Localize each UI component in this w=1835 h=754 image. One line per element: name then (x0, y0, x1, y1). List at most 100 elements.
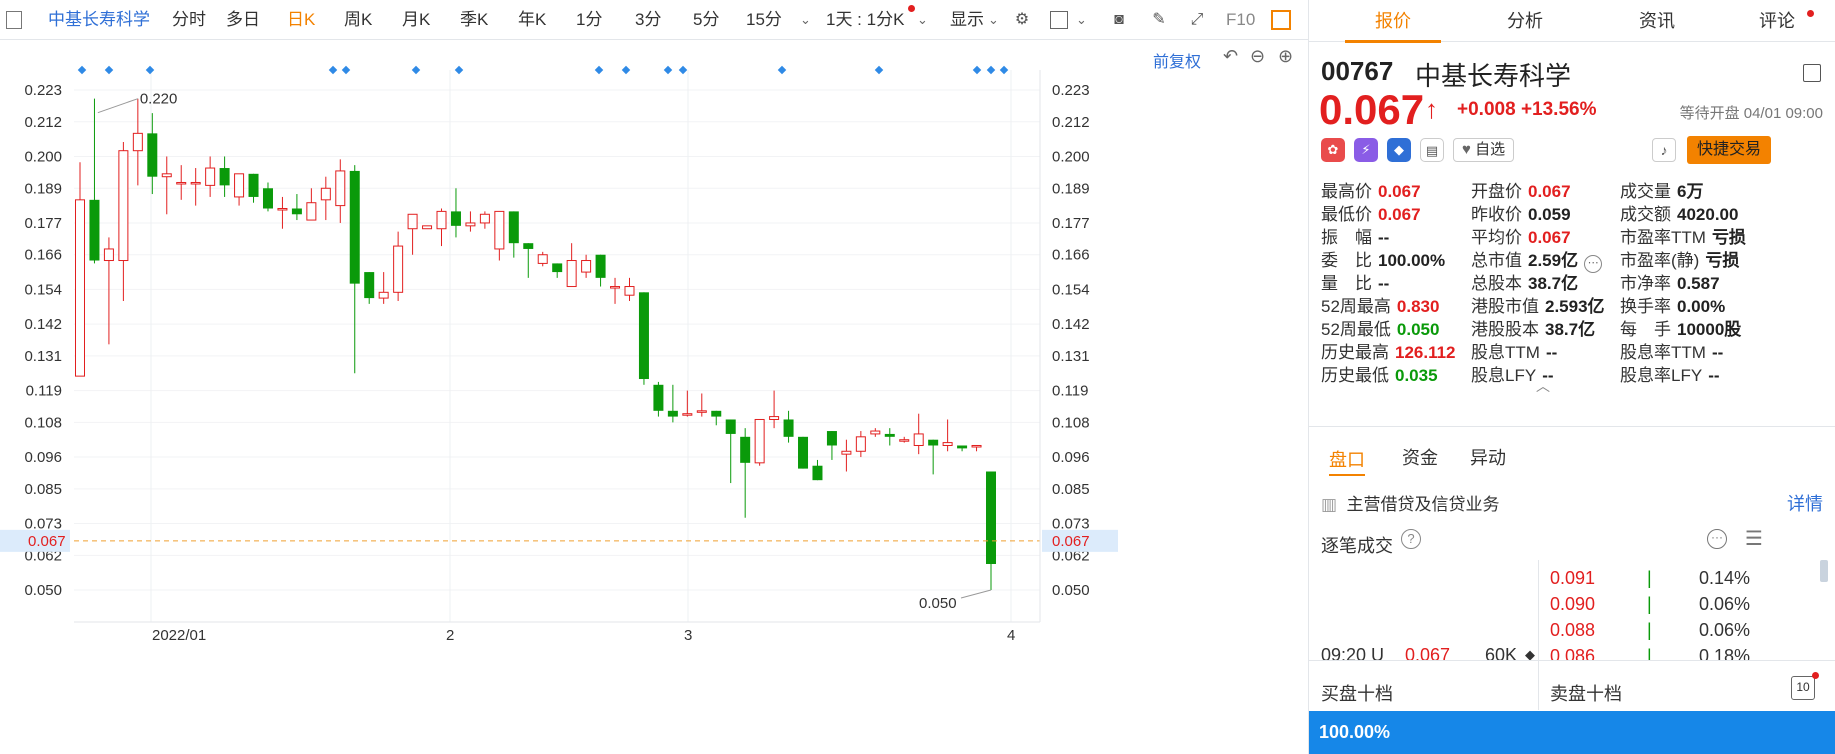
stat-value: 0.050 (1396, 320, 1440, 339)
stat-value: -- (1378, 274, 1390, 293)
quote-panel: 报价 分析 资讯 评论 00767 中基长寿科学 0.067 ↑ +0.008 … (1308, 0, 1835, 754)
tab-news[interactable]: 资讯 (1609, 0, 1705, 42)
chevron-down-icon[interactable]: ⌄ (988, 0, 999, 40)
y-tick-label-left: 0.223 (24, 82, 62, 99)
period-tab-1min[interactable]: 1分 (576, 0, 602, 40)
fullscreen-icon[interactable]: ⤢ (1186, 9, 1208, 31)
x-tick-label: 2022/01 (152, 627, 206, 644)
detail-link[interactable]: 详情 (1787, 490, 1823, 516)
candle-body (262, 188, 273, 209)
candle-body (971, 444, 982, 448)
book-bar: | (1647, 594, 1652, 614)
y-tick-label-left: 0.166 (24, 247, 62, 264)
subtab-capital[interactable]: 资金 (1402, 444, 1438, 474)
book-row-clip: 0.086 | 0.18% (1309, 642, 1835, 660)
candle-body (378, 291, 389, 299)
y-tick-label-left: 0.200 (24, 148, 62, 165)
period-tab-intraday[interactable]: 分时 (172, 0, 206, 40)
period-tab-15min[interactable]: 15分 (746, 0, 782, 40)
period-tab-month[interactable]: 月K (402, 0, 430, 40)
stat-value: 0.067 (1528, 182, 1571, 201)
y-tick-label-left: 0.131 (24, 348, 62, 365)
candle-body (682, 413, 693, 416)
y-tick-label-right: 0.108 (1052, 414, 1090, 431)
stat-cell: 昨收价 0.059 (1471, 203, 1571, 227)
y-tick-label-right: 0.142 (1052, 316, 1090, 333)
more-options-icon[interactable]: ··· (1707, 529, 1727, 549)
candle-body (219, 168, 230, 186)
lightning-icon[interactable]: ⚡ (1354, 138, 1378, 162)
trades-title: 逐笔成交 (1321, 536, 1393, 556)
stat-value: -- (1708, 366, 1720, 385)
stat-value: 0.067 (1378, 182, 1421, 201)
period-tab-quarter[interactable]: 季K (460, 0, 488, 40)
stat-label: 股息率LFY (1620, 366, 1703, 385)
candle-body (248, 173, 259, 197)
collapse-chevron-icon[interactable]: ︿ (1536, 376, 1550, 396)
f10-button[interactable]: F10 (1226, 0, 1255, 40)
period-tab-day[interactable]: 日K (287, 0, 315, 40)
period-tab-3min[interactable]: 3分 (635, 0, 661, 40)
list-view-icon[interactable]: ☰ (1745, 526, 1763, 551)
tag-icon[interactable]: ◆ (1387, 138, 1411, 162)
candle-body (610, 286, 621, 289)
stat-value: -- (1545, 343, 1558, 362)
chevron-down-icon[interactable]: ⌄ (1076, 0, 1087, 40)
candle-body (205, 167, 216, 186)
app-root: 中基长寿科学 分时 多日 日K 周K 月K 季K 年K 1分 3分 5分 15分… (0, 0, 1835, 754)
subtab-movement[interactable]: 异动 (1470, 444, 1506, 474)
period-tab-multiday[interactable]: 多日 (226, 0, 260, 40)
stat-cell: 开盘价 0.067 (1471, 180, 1571, 204)
stat-cell: 港股市值 2.593亿 (1471, 295, 1605, 319)
indicator-frame-icon[interactable] (1050, 11, 1068, 29)
draw-pen-icon[interactable]: ✎ (1148, 9, 1170, 31)
tab-analysis[interactable]: 分析 (1477, 0, 1573, 42)
period-tab-5min[interactable]: 5分 (693, 0, 719, 40)
period-tab-year[interactable]: 年K (518, 0, 546, 40)
book-bar: | (1647, 568, 1652, 588)
tab-quote[interactable]: 报价 (1345, 0, 1441, 43)
kline-chart-area[interactable]: 前复权 ↶ ⊖ ⊕ 0.223 0.223 0.212 0.212 0.200 0.200… (0, 40, 1308, 754)
bell-icon[interactable]: ♪ (1652, 138, 1676, 162)
note-icon[interactable]: ▤ (1420, 138, 1444, 162)
candle-body (884, 433, 895, 437)
chevron-down-icon[interactable]: ⌄ (917, 0, 928, 40)
y-tick-label-right: 0.200 (1052, 148, 1090, 165)
watchlist-button[interactable]: ♥ 自选 (1453, 138, 1515, 162)
period-more-dropdown[interactable]: 1天 : 1分K (826, 0, 904, 40)
panel-menu-icon[interactable] (1803, 64, 1821, 82)
camera-icon[interactable]: ◙ (1108, 9, 1130, 31)
sidebar-toggle-icon[interactable] (6, 11, 22, 29)
y-tick-label-right: 0.119 (1052, 383, 1088, 400)
change-value: +0.008 (1457, 99, 1516, 120)
candle-body (349, 170, 360, 284)
stat-value: 0.587 (1677, 274, 1720, 293)
scrollbar-thumb[interactable] (1820, 560, 1828, 582)
stock-name-label[interactable]: 中基长寿科学 (48, 0, 150, 40)
stat-cell: 成交量 6万 (1620, 180, 1703, 204)
sell-ten-label: 卖盘十档 (1550, 684, 1622, 704)
hk-flag-icon[interactable]: ✿ (1321, 138, 1345, 162)
fast-trade-button[interactable]: 快捷交易 (1687, 136, 1772, 164)
event-marker-diamond (341, 65, 351, 75)
panel-layout-icon[interactable] (1271, 10, 1291, 30)
chart-toolbar: 中基长寿科学 分时 多日 日K 周K 月K 季K 年K 1分 3分 5分 15分… (0, 0, 1308, 40)
display-dropdown[interactable]: 显示 (950, 0, 984, 40)
more-info-icon[interactable]: ⋯ (1584, 255, 1603, 273)
stat-cell: 市盈率(静) 亏损 (1620, 249, 1739, 273)
depth-10-icon[interactable]: 10 (1791, 676, 1815, 700)
chevron-down-icon[interactable]: ⌄ (800, 0, 811, 40)
tab-comments[interactable]: 评论 (1729, 0, 1825, 42)
business-text: 主营借贷及信贷业务 (1346, 495, 1500, 514)
candle-body (291, 208, 302, 215)
stat-cell: 平均价 0.067 (1471, 226, 1571, 250)
period-tab-week[interactable]: 周K (344, 0, 372, 40)
help-icon[interactable]: ? (1401, 529, 1421, 549)
candle-body (812, 465, 823, 481)
settings-gear-icon[interactable]: ⚙ (1011, 9, 1033, 31)
candle-body (494, 210, 505, 250)
candle-body (638, 292, 649, 380)
stat-value: 亏损 (1711, 228, 1746, 247)
subtab-orderbook[interactable]: 盘口 (1329, 446, 1365, 476)
event-marker-diamond (411, 65, 421, 75)
